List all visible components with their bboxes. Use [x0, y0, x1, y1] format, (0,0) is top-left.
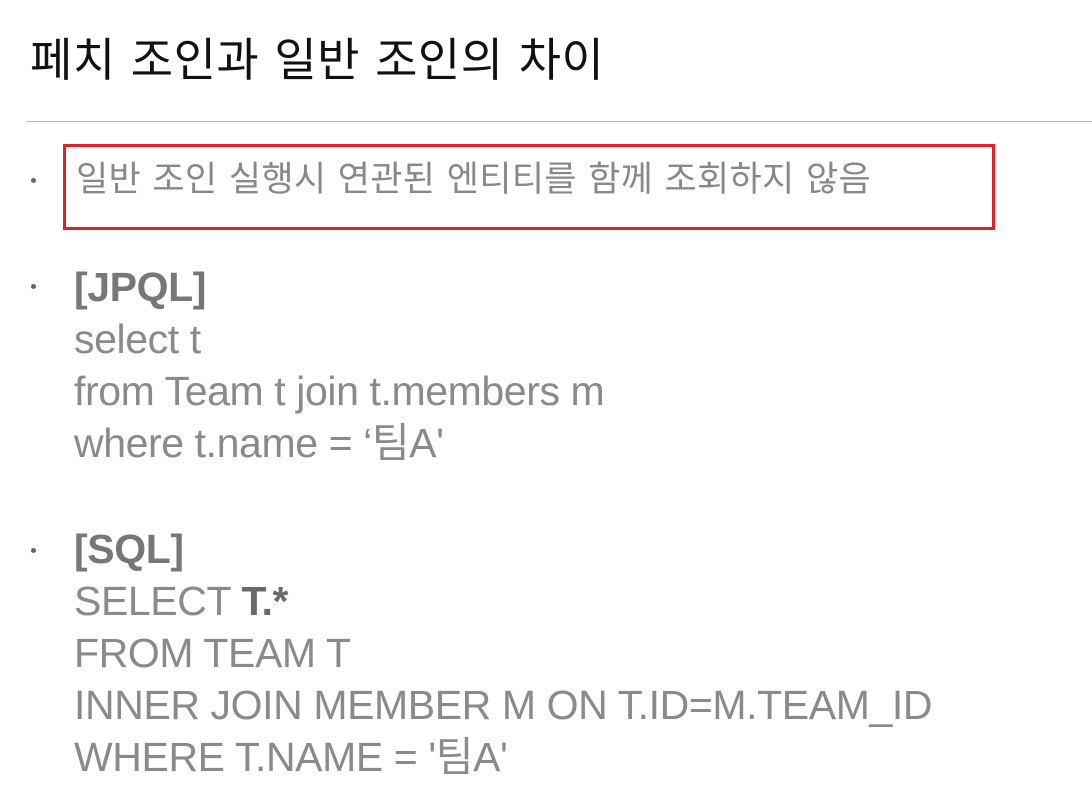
bullet-icon [31, 178, 39, 186]
sql-line: FROM TEAM T [74, 630, 351, 676]
sql-heading: [SQL] [74, 526, 184, 572]
page-title: 페치 조인과 일반 조인의 차이 [30, 33, 605, 87]
jpql-block: [JPQL] select t from Team t join t.membe… [74, 261, 605, 469]
highlighted-note: 일반 조인 실행시 연관된 엔티티를 함께 조회하지 않음 [76, 160, 871, 200]
jpql-heading: [JPQL] [74, 264, 206, 310]
jpql-line: from Team t join t.members m [74, 368, 605, 414]
sql-select-columns: T.* [241, 578, 289, 624]
bullet-icon [31, 548, 39, 556]
jpql-line: where t.name = ‘팀A' [74, 420, 444, 466]
sql-line: INNER JOIN MEMBER M ON T.ID=M.TEAM_ID [74, 682, 933, 728]
sql-line: WHERE T.NAME = '팀A' [74, 734, 508, 780]
sql-select-line: SELECT T.* [74, 575, 932, 627]
bullet-icon [31, 284, 39, 292]
jpql-line: select t [74, 316, 201, 362]
sql-block: [SQL] SELECT T.* FROM TEAM T INNER JOIN … [74, 523, 932, 783]
sql-select-keyword: SELECT [74, 578, 242, 624]
title-divider [26, 121, 1092, 122]
